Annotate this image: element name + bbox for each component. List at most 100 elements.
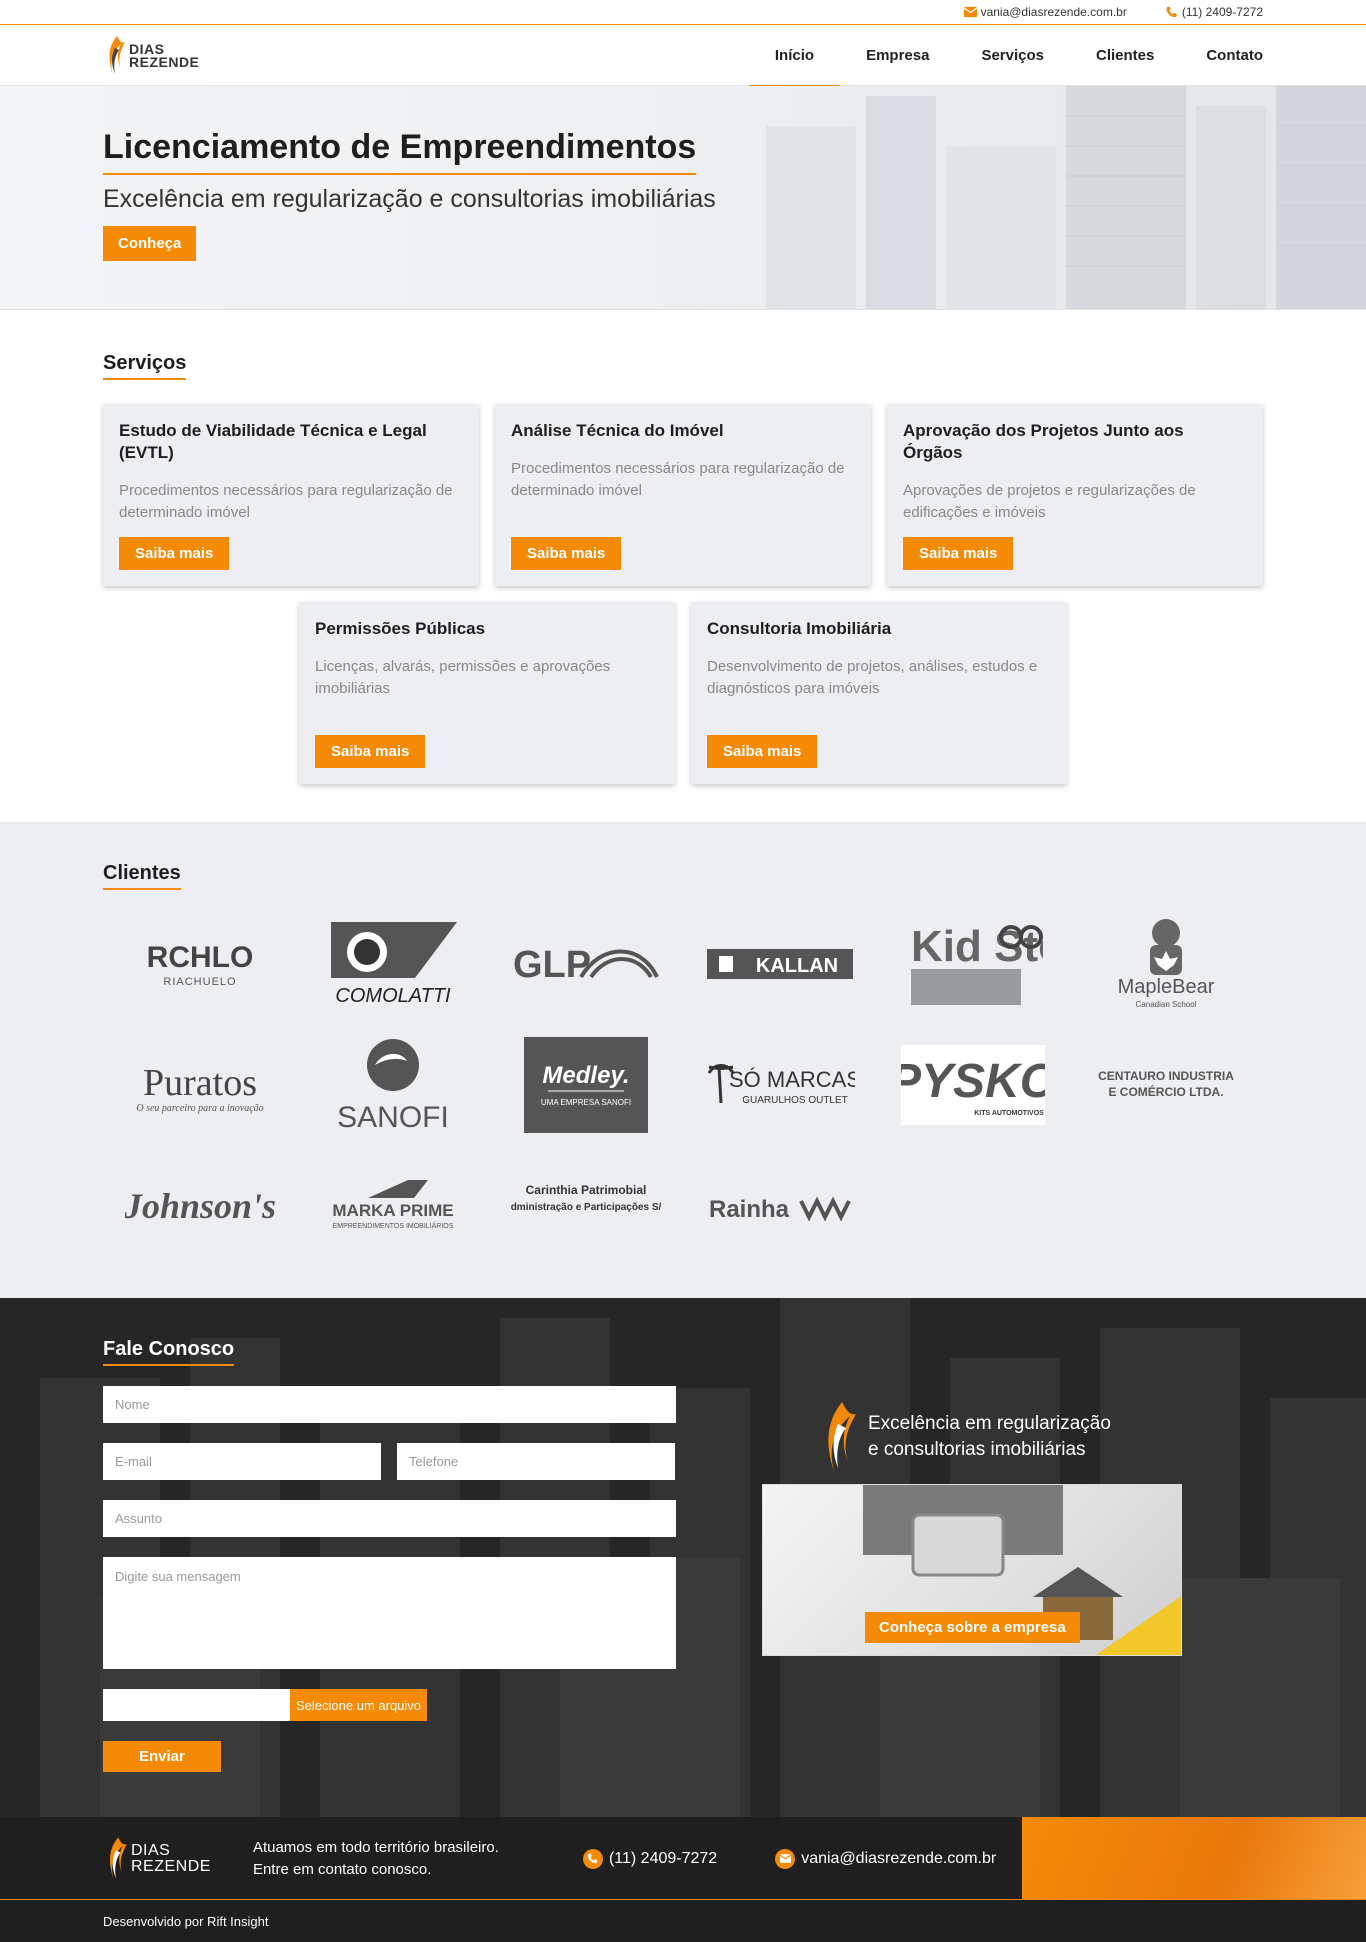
- nav-servicos[interactable]: Serviços: [955, 25, 1070, 86]
- promo-line2: e consultorias imobiliárias: [868, 1439, 1086, 1460]
- client-logo-glp: GLP: [490, 908, 683, 1018]
- hero-subtitle: Excelência em regularização e consultori…: [103, 185, 716, 213]
- service-card: Consultoria Imobiliária Desenvolvimento …: [691, 602, 1067, 784]
- client-logo-maplebear: MapleBear Canadian School: [1070, 908, 1263, 1018]
- svg-text:KITS AUTOMOTIVOS: KITS AUTOMOTIVOS: [974, 1110, 1044, 1117]
- credits-text[interactable]: Desenvolvido por Rift Insight: [103, 1914, 268, 1929]
- saiba-mais-button[interactable]: Saiba mais: [511, 537, 622, 570]
- promo-line1: Excelência em regularização: [868, 1413, 1111, 1434]
- client-logo-comolatti: COMOLATTI: [296, 908, 489, 1018]
- name-field[interactable]: Nome: [103, 1386, 676, 1423]
- file-select-button[interactable]: Selecione um arquivo: [290, 1689, 428, 1721]
- contact-form: Fale Conosco Nome E-mail Telefone Assunt…: [103, 1338, 676, 1772]
- svg-text:RCHLO: RCHLO: [146, 941, 253, 974]
- footer-line2: Entre em contato conosco.: [252, 1860, 432, 1878]
- service-card: Análise Técnica do Imóvel Procedimentos …: [495, 404, 871, 586]
- subject-field[interactable]: Assunto: [103, 1500, 676, 1537]
- service-cards: Estudo de Viabilidade Técnica e Legal (E…: [103, 404, 1263, 784]
- saiba-mais-button[interactable]: Saiba mais: [119, 537, 230, 570]
- nav-empresa[interactable]: Empresa: [840, 25, 955, 86]
- services-section: Serviços Estudo de Viabilidade Técnica e…: [0, 310, 1366, 822]
- client-logos-grid: RCHLO RIACHUELO COMOLATTI GLP KALLAN Kid…: [103, 908, 1263, 1262]
- tablet-blueprint-image: Conheça sobre a empresa: [762, 1484, 1182, 1656]
- contact-title: Fale Conosco: [103, 1338, 235, 1366]
- saiba-mais-button[interactable]: Saiba mais: [903, 537, 1014, 570]
- file-name-box: [103, 1689, 290, 1721]
- flame-logo-icon: [109, 35, 125, 76]
- svg-text:SÓ MARCAS: SÓ MARCAS: [729, 1067, 855, 1092]
- svg-text:Medley.: Medley.: [543, 1062, 630, 1089]
- message-field[interactable]: Digite sua mensagem: [103, 1557, 676, 1669]
- footer-brand-line2: REZENDE: [131, 1857, 211, 1875]
- service-card-title: Aprovação dos Projetos Junto aos Órgãos: [903, 421, 1184, 462]
- topbar-email-text: vania@diasrezende.com.br: [980, 5, 1127, 19]
- svg-text:Administração e Participações: Administração e Participações S/A: [511, 1202, 661, 1213]
- service-card-text: Desenvolvimento de projetos, análises, e…: [707, 658, 1038, 697]
- flame-logo-icon: [828, 1402, 856, 1472]
- client-logo-pysko: PYSKO KITS AUTOMOTIVOS: [876, 1030, 1069, 1140]
- service-card-text: Aprovações de projetos e regularizações …: [903, 482, 1196, 521]
- client-logo-centauro: CENTAURO INDUSTRIA E COMÉRCIO LTDA.: [1070, 1030, 1263, 1140]
- service-card-text: Procedimentos necessários para regulariz…: [511, 460, 845, 499]
- svg-text:Canadian School: Canadian School: [1136, 1000, 1197, 1009]
- footer-phone-text: (11) 2409-7272: [608, 1849, 718, 1867]
- client-logo-somarcas: SÓ MARCAS GUARULHOS OUTLET: [683, 1030, 876, 1140]
- header: DIAS REZENDE Início Empresa Serviços Cli…: [0, 25, 1366, 87]
- flame-logo-icon: [110, 1836, 127, 1881]
- saiba-mais-button[interactable]: Saiba mais: [707, 735, 818, 768]
- service-card: Permissões Públicas Licenças, alvarás, p…: [299, 602, 675, 784]
- footer: DIAS REZENDE Atuamos em todo território …: [0, 1817, 1366, 1900]
- hero-conheca-button[interactable]: Conheça: [103, 226, 197, 261]
- svg-text:PYSKO: PYSKO: [901, 1055, 1045, 1108]
- client-logo-markaprime: MARKA PRIME EMPREENDIMENTOS IMOBILIÁRIOS: [296, 1152, 489, 1262]
- client-logo-johnsons: Johnson's: [103, 1152, 296, 1262]
- phone-icon: [582, 1848, 603, 1869]
- svg-text:MapleBear: MapleBear: [1118, 976, 1215, 998]
- service-card: Estudo de Viabilidade Técnica e Legal (E…: [103, 404, 479, 586]
- service-card-title: Permissões Públicas: [315, 619, 486, 638]
- footer-brand-line1: DIAS: [131, 1841, 171, 1859]
- top-bar: vania@diasrezende.com.br (11) 2409-7272: [0, 0, 1366, 25]
- brand-line2: REZENDE: [129, 53, 200, 70]
- hero-title: Licenciamento de Empreendimentos: [103, 128, 697, 175]
- nav-clientes[interactable]: Clientes: [1070, 25, 1180, 86]
- footer-phone[interactable]: (11) 2409-7272: [582, 1848, 718, 1869]
- conheca-empresa-button[interactable]: Conheça sobre a empresa: [865, 1612, 1080, 1643]
- svg-text:Carinthia Patrimobial: Carinthia Patrimobial: [526, 1183, 647, 1197]
- svg-text:Puratos: Puratos: [143, 1062, 257, 1104]
- topbar-email[interactable]: vania@diasrezende.com.br: [963, 5, 1127, 19]
- service-card-text: Procedimentos necessários para regulariz…: [119, 482, 453, 521]
- service-card-title: Análise Técnica do Imóvel: [511, 421, 724, 440]
- client-logo-carinthia: Carinthia Patrimobial Administração e Pa…: [490, 1152, 683, 1262]
- service-card-text: Licenças, alvarás, permissões e aprovaçõ…: [315, 658, 611, 697]
- svg-text:UMA EMPRESA SANOFI: UMA EMPRESA SANOFI: [541, 1098, 631, 1107]
- hero-banner: Licenciamento de Empreendimentos Excelên…: [0, 86, 1366, 310]
- svg-text:GLP: GLP: [513, 944, 591, 986]
- svg-text:CENTAURO INDUSTRIA: CENTAURO INDUSTRIA: [1098, 1069, 1234, 1083]
- clients-title: Clientes: [103, 862, 181, 890]
- footer-brand-logo[interactable]: DIAS REZENDE: [103, 1835, 211, 1883]
- client-logo-sanofi: SANOFI: [296, 1030, 489, 1140]
- service-card-title: Consultoria Imobiliária: [707, 619, 892, 638]
- saiba-mais-button[interactable]: Saiba mais: [315, 735, 426, 768]
- brand-logo[interactable]: DIAS REZENDE: [103, 34, 199, 78]
- envelope-icon: [963, 6, 977, 18]
- topbar-phone[interactable]: (11) 2409-7272: [1165, 5, 1263, 19]
- svg-text:KALLAN: KALLAN: [756, 955, 838, 977]
- svg-text:COMOLATTI: COMOLATTI: [335, 985, 451, 1007]
- email-field[interactable]: E-mail: [103, 1443, 381, 1480]
- svg-text:GUARULHOS OUTLET: GUARULHOS OUTLET: [742, 1095, 848, 1106]
- send-button[interactable]: Enviar: [103, 1741, 221, 1772]
- footer-email-text: vania@diasrezende.com.br: [801, 1849, 997, 1867]
- client-logo-rainha: Rainha: [683, 1152, 876, 1262]
- phone-icon: [1166, 6, 1177, 18]
- services-title: Serviços: [103, 352, 187, 380]
- main-nav: Início Empresa Serviços Clientes Contato: [748, 25, 1263, 87]
- svg-text:Rainha: Rainha: [709, 1196, 790, 1223]
- nav-contato[interactable]: Contato: [1180, 25, 1263, 86]
- footer-line1: Atuamos em todo território brasileiro.: [252, 1838, 499, 1856]
- phone-field[interactable]: Telefone: [397, 1443, 675, 1480]
- footer-email[interactable]: vania@diasrezende.com.br: [775, 1848, 997, 1869]
- envelope-icon: [775, 1848, 796, 1869]
- nav-inicio[interactable]: Início: [748, 25, 841, 87]
